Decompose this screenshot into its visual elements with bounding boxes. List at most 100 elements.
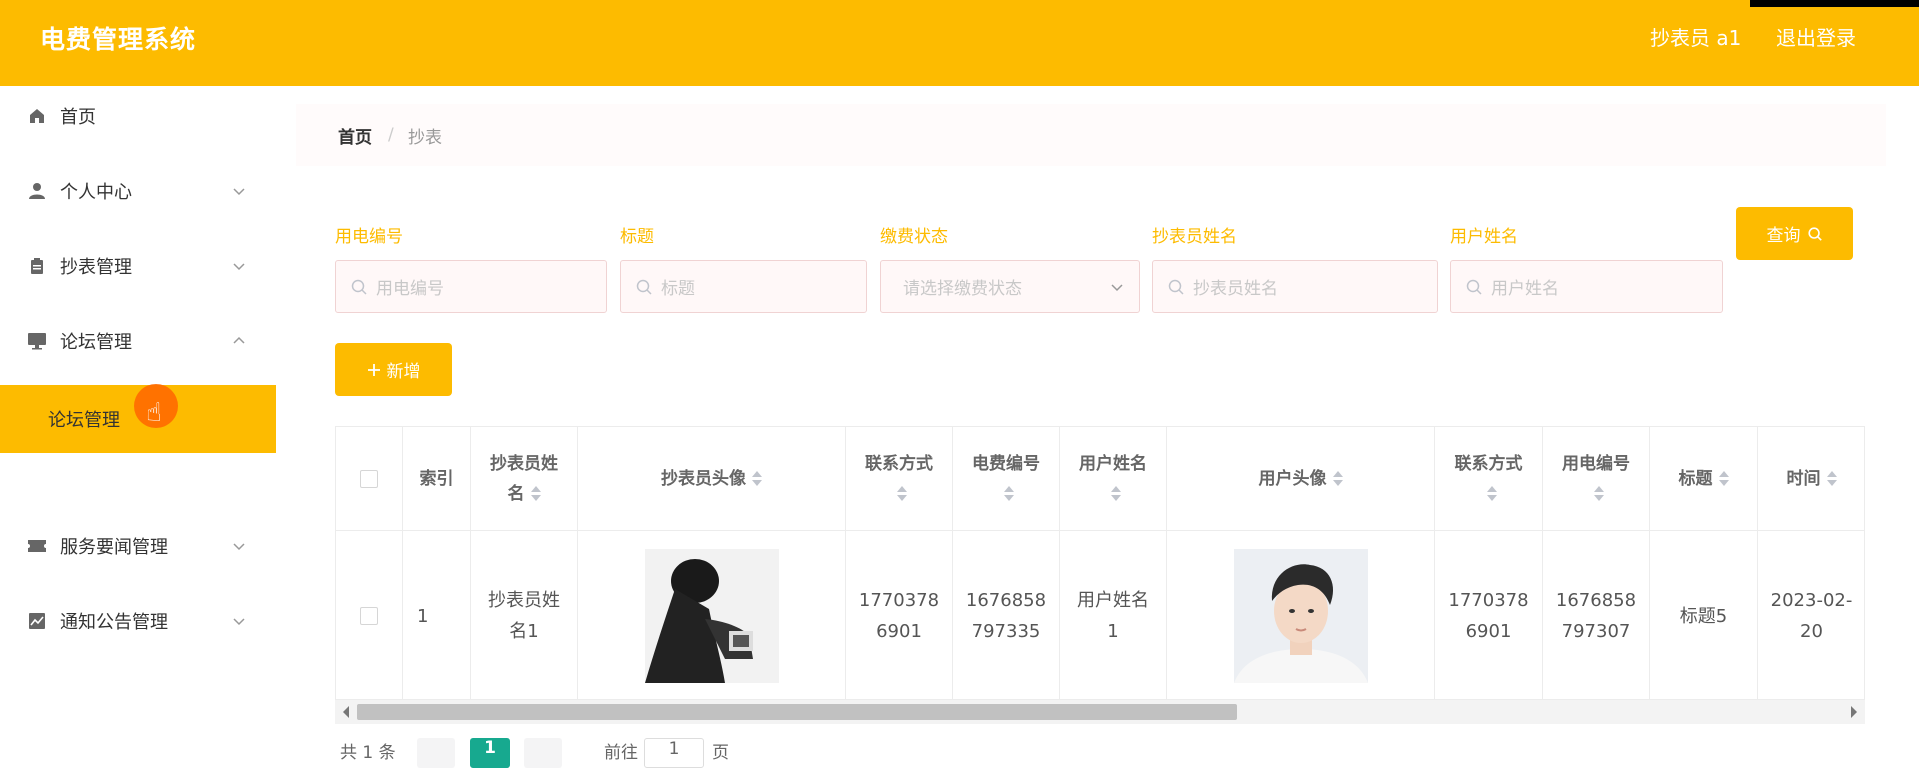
input-placeholder: 抄表员姓名 [1193,279,1278,299]
sort-icon[interactable] [1004,485,1014,502]
add-button[interactable]: 新增 [335,343,452,396]
sort-icon[interactable] [752,470,762,487]
prev-page-button[interactable] [417,738,455,768]
sidebar-item-label: 抄表管理 [60,257,132,278]
user-avatar-image[interactable] [1233,549,1368,683]
hand-pointer-icon: ☝ [146,398,162,428]
payment-status-select[interactable]: 请选择缴费状态 [880,260,1140,313]
column-header-user-name[interactable]: 用户姓名 [1060,427,1167,531]
breadcrumb-home[interactable]: 首页 [338,123,372,148]
sort-icon[interactable] [1332,470,1343,487]
breadcrumb-current: 抄表 [408,127,442,148]
logout-link[interactable]: 退出登录 [1776,22,1856,51]
search-icon [636,279,652,295]
sidebar-item-forum[interactable]: 论坛管理 [0,311,276,371]
title-input[interactable]: 标题 [620,260,867,313]
clipboard-icon [27,256,47,276]
current-user: 抄表员 a1 [1650,26,1742,50]
cell-index: 1 [403,531,471,699]
column-header-user-phone[interactable]: 联系方式 [1435,427,1543,531]
sort-icon[interactable] [1594,485,1604,502]
column-header-bill-no[interactable]: 电费编号 [953,427,1060,531]
row-checkbox[interactable] [360,607,378,625]
reader-name-input[interactable]: 抄表员姓名 [1152,260,1438,313]
sidebar-item-label: 服务要闻管理 [60,537,168,558]
filter-label-payment-status: 缴费状态 [880,227,948,247]
input-placeholder: 用电编号 [376,279,444,299]
query-button[interactable]: 查询 [1736,207,1853,260]
sidebar-item-meter-reading[interactable]: 抄表管理 [0,236,276,296]
breadcrumb-separator: / [388,125,394,145]
select-all-checkbox[interactable] [360,469,378,488]
meter-no-input[interactable]: 用电编号 [335,260,607,313]
sidebar-item-label: 首页 [60,107,96,128]
next-page-button[interactable] [524,738,562,768]
reader-avatar-image[interactable] [644,549,779,683]
goto-page-input[interactable]: 1 [644,738,704,768]
search-icon [1466,279,1482,295]
sidebar-item-notices[interactable]: 通知公告管理 [0,591,276,651]
table-row-select-cell [336,531,403,699]
column-header-reader-name[interactable]: 抄表员姓名 [471,427,578,531]
cell-time: 2023-02-20 [1758,531,1864,699]
table-horizontal-scrollbar[interactable] [335,700,1865,724]
column-header-user-avatar[interactable]: 用户头像 [1167,427,1435,531]
sidebar-item-home[interactable]: 首页 [0,86,276,146]
chevron-up-icon [233,336,245,344]
search-icon [1807,226,1822,241]
cell-bill-no: 1676858797335 [953,531,1060,699]
plus-icon [367,363,380,376]
column-header-reader-avatar[interactable]: 抄表员头像 [578,427,846,531]
sidebar-item-label: 论坛管理 [60,332,132,353]
scroll-left-arrow-icon[interactable] [343,706,349,718]
cell-reader-name: 抄表员姓名1 [471,531,578,699]
chevron-down-icon [233,618,245,626]
filter-label-meter-no: 用电编号 [335,227,403,247]
sidebar-item-personal-center[interactable]: 个人中心 [0,161,276,221]
sidebar-item-service-news[interactable]: 服务要闻管理 [0,516,276,576]
home-icon [27,106,47,126]
sort-icon[interactable] [1826,470,1837,487]
ticket-icon [27,536,47,556]
sort-icon[interactable] [1486,485,1497,502]
column-header-index[interactable]: 索引 [403,427,471,531]
top-header: 电费管理系统 抄表员 a1 退出登录 [0,0,1919,86]
current-page-button[interactable]: 1 [470,738,510,768]
breadcrumb: 首页 / 抄表 [296,104,1886,166]
cell-reader-avatar [578,531,846,699]
input-placeholder: 用户姓名 [1491,279,1559,299]
chevron-down-icon [233,263,245,271]
select-all-cell [336,427,403,531]
column-header-title[interactable]: 标题 [1650,427,1758,531]
sidebar-item-label: 个人中心 [60,182,132,203]
chevron-down-icon [233,543,245,551]
chevron-down-icon [1111,284,1123,292]
user-name-input[interactable]: 用户姓名 [1450,260,1723,313]
sidebar-subitem-label: 论坛管理 [48,410,120,431]
sort-icon[interactable] [897,485,907,502]
pagination-total: 共 1 条 [340,743,396,763]
cell-title: 标题5 [1650,531,1758,699]
header-corner-strip [1750,0,1919,7]
scrollbar-thumb[interactable] [357,704,1237,720]
select-placeholder: 请选择缴费状态 [903,279,1022,299]
search-icon [1168,279,1184,295]
query-button-label: 查询 [1766,226,1801,246]
app-title: 电费管理系统 [40,25,197,54]
scroll-right-arrow-icon[interactable] [1851,706,1857,718]
data-table: 索引 抄表员姓名 抄表员头像 联系方式 电费编号 用户姓名 用户头像 联系方式 … [335,426,1865,700]
add-button-label: 新增 [386,362,421,382]
cell-user-phone: 17703786901 [1435,531,1543,699]
pagination-goto-label: 前往 [604,743,638,763]
column-header-reader-phone[interactable]: 联系方式 [846,427,953,531]
cell-user-name: 用户姓名1 [1060,531,1167,699]
sort-icon[interactable] [1718,470,1729,487]
sort-icon[interactable] [530,485,541,502]
sort-icon[interactable] [1111,485,1121,502]
column-header-meter-no[interactable]: 用电编号 [1543,427,1650,531]
cell-reader-phone: 17703786901 [846,531,953,699]
chevron-down-icon [233,188,245,196]
column-header-time[interactable]: 时间 [1758,427,1864,531]
user-icon [27,181,47,201]
cell-user-avatar [1167,531,1435,699]
